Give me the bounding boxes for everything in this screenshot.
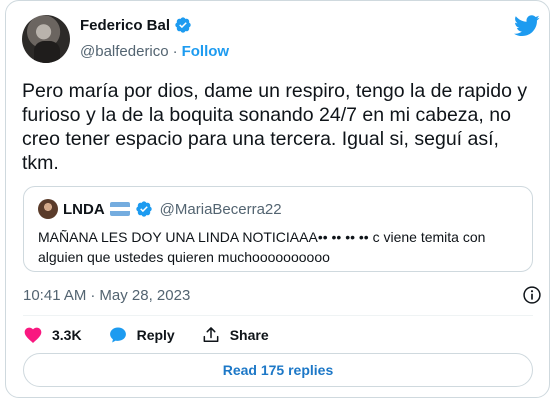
timestamp-separator: · bbox=[90, 287, 96, 304]
author-name-row: Federico Bal bbox=[80, 16, 192, 34]
divider bbox=[23, 315, 533, 316]
quoted-author-name: LNDA bbox=[63, 200, 105, 218]
handle-separator: · bbox=[172, 43, 178, 60]
quoted-author-avatar bbox=[38, 199, 58, 219]
twitter-logo-icon[interactable] bbox=[514, 15, 540, 37]
quoted-tweet[interactable]: LNDA @MariaBecerra22 MAÑANA LES DOY UNA … bbox=[23, 186, 533, 272]
like-button[interactable]: 3.3K bbox=[23, 325, 82, 345]
author-handle-row: @balfederico · Follow bbox=[80, 43, 229, 60]
action-bar: 3.3K Reply Share bbox=[23, 325, 269, 345]
tweet-card: Federico Bal @balfederico · Follow Pero … bbox=[5, 0, 550, 398]
share-button[interactable]: Share bbox=[201, 325, 269, 345]
verified-badge-icon bbox=[175, 17, 191, 33]
reply-bubble-icon bbox=[109, 327, 126, 343]
tweet-text: Pero maría por dios, dame un respiro, te… bbox=[22, 80, 533, 174]
quoted-tweet-header: LNDA @MariaBecerra22 bbox=[38, 199, 282, 219]
follow-button[interactable]: Follow bbox=[182, 43, 230, 60]
quoted-tweet-text: MAÑANA LES DOY UNA LINDA NOTICIAAA•• •• … bbox=[38, 229, 486, 265]
author-avatar[interactable] bbox=[22, 15, 70, 63]
reply-button[interactable]: Reply bbox=[108, 325, 175, 345]
heart-icon bbox=[24, 327, 42, 343]
tweet-time: 10:41 AM bbox=[23, 287, 87, 304]
tweet-date: May 28, 2023 bbox=[99, 287, 191, 304]
author-handle[interactable]: @balfederico bbox=[80, 43, 169, 60]
reply-label: Reply bbox=[136, 327, 175, 343]
quoted-author-handle: @MariaBecerra22 bbox=[159, 200, 282, 218]
share-label: Share bbox=[229, 327, 269, 343]
author-display-name[interactable]: Federico Bal bbox=[80, 17, 170, 34]
share-upload-icon bbox=[203, 327, 219, 342]
info-icon[interactable] bbox=[522, 285, 542, 305]
argentina-flag-icon bbox=[109, 202, 130, 216]
read-replies-button[interactable]: Read 175 replies bbox=[23, 353, 533, 387]
tweet-timestamp[interactable]: 10:41 AM · May 28, 2023 bbox=[23, 287, 190, 304]
quoted-verified-badge-icon bbox=[135, 201, 152, 217]
like-count: 3.3K bbox=[52, 327, 82, 343]
